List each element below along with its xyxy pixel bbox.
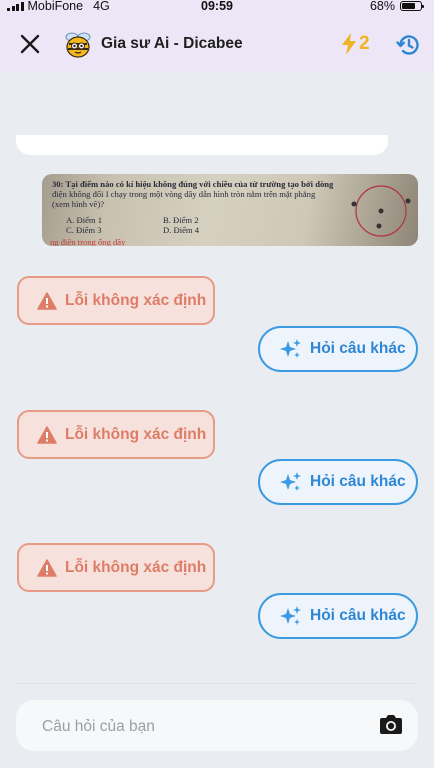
clock: 09:59 <box>201 0 233 13</box>
bee-logo-icon <box>65 32 91 58</box>
sparkle-icon <box>280 339 301 358</box>
ask-another-button[interactable]: Hỏi câu khác <box>258 459 418 505</box>
page-title: Gia sư Ai - Dicabee <box>101 35 243 52</box>
history-icon[interactable] <box>396 32 422 58</box>
sparkle-icon <box>280 606 301 625</box>
error-message: Lỗi không xác định <box>17 276 215 325</box>
camera-icon[interactable] <box>378 713 404 737</box>
warning-icon <box>37 425 57 444</box>
error-label: Lỗi không xác định <box>65 558 207 576</box>
circle-diagram <box>351 185 411 237</box>
warning-icon <box>37 291 57 310</box>
question-input[interactable] <box>40 700 364 753</box>
ask-another-label: Hỏi câu khác <box>310 473 406 490</box>
option-b: B. Điểm 2 <box>163 215 199 225</box>
previous-message-card <box>16 135 388 155</box>
error-message: Lỗi không xác định <box>17 543 215 592</box>
warning-icon <box>37 558 57 577</box>
option-d: D. Điểm 4 <box>163 225 200 235</box>
question-options: A. Điểm 1 B. Điểm 2 C. Điểm 3 D. Điểm 4 <box>66 215 260 235</box>
option-c: C. Điểm 3 <box>66 225 102 235</box>
composer-divider <box>16 683 418 684</box>
ask-another-label: Hỏi câu khác <box>310 607 406 624</box>
energy-count: 2 <box>359 33 370 54</box>
lightning-icon <box>342 33 356 55</box>
sparkle-icon <box>280 472 301 491</box>
status-bar: MobiFone 4G 09:59 68% <box>0 0 434 14</box>
question-composer <box>16 700 418 753</box>
ask-another-label: Hỏi câu khác <box>310 340 406 357</box>
battery-percent: 68% <box>369 0 395 13</box>
error-message: Lỗi không xác định <box>17 410 215 459</box>
app-header: Gia sư Ai - Dicabee 2 <box>0 14 434 73</box>
question-text: 30: Tại điểm nào có kí hiệu không đúng v… <box>52 179 334 209</box>
error-label: Lỗi không xác định <box>65 425 207 443</box>
ask-another-button[interactable]: Hỏi câu khác <box>258 593 418 639</box>
option-a: A. Điểm 1 <box>66 215 103 225</box>
ask-another-button[interactable]: Hỏi câu khác <box>258 326 418 372</box>
battery-icon <box>400 1 424 11</box>
error-label: Lỗi không xác định <box>65 291 207 309</box>
question-footer-text: ng điện trong ống dây <box>50 237 126 246</box>
close-icon[interactable] <box>18 32 42 56</box>
question-photo[interactable]: 30: Tại điểm nào có kí hiệu không đúng v… <box>42 174 418 246</box>
energy-counter[interactable]: 2 <box>341 33 370 55</box>
